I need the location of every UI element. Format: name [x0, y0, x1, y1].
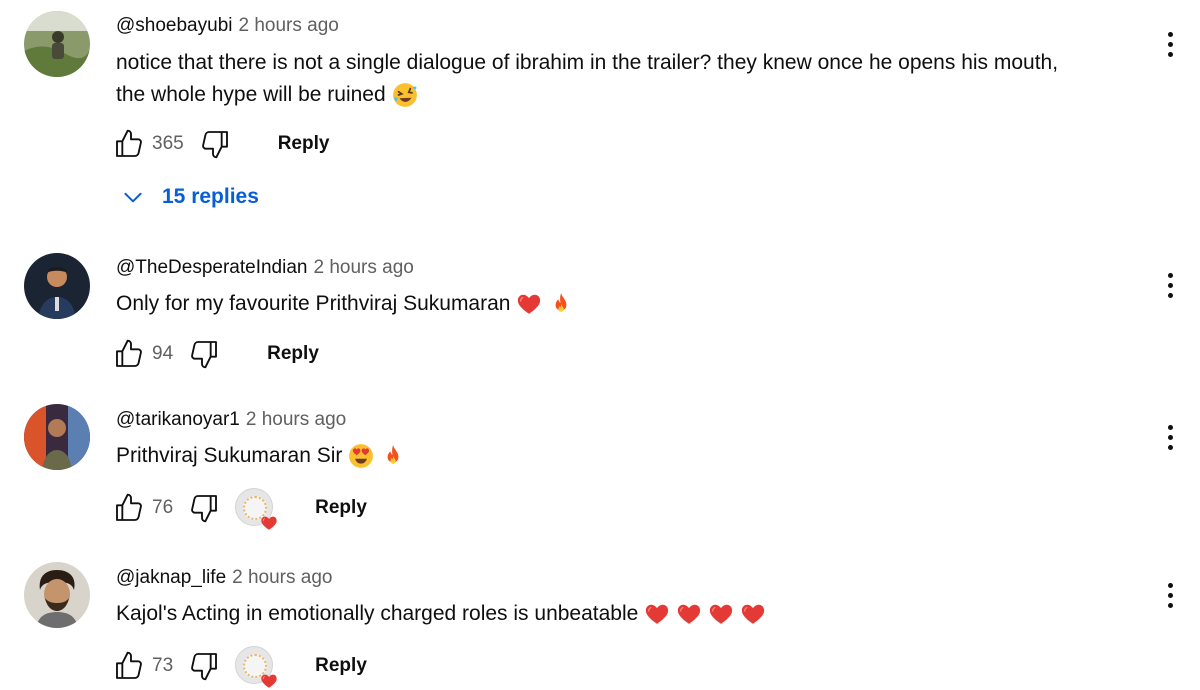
like-count: 76: [152, 497, 174, 518]
thumb-up-icon: [113, 650, 145, 682]
author-name[interactable]: @TheDesperateIndian: [116, 257, 307, 278]
thumb-down-icon: [188, 338, 220, 370]
creator-heart-badge[interactable]: [235, 646, 275, 686]
comment-time[interactable]: 2 hours ago: [313, 257, 413, 278]
comment-text: Only for my favourite Prithviraj Sukumar…: [116, 288, 1146, 320]
comment-text-line: the whole hype will be ruined: [116, 79, 1146, 111]
reply-button[interactable]: Reply: [278, 133, 330, 155]
view-replies-button[interactable]: 15 replies: [120, 184, 259, 210]
red-heart-emoji-icon: [740, 601, 766, 627]
comment-time[interactable]: 2 hours ago: [232, 567, 332, 588]
thumb-up-icon: [113, 128, 145, 160]
like-button[interactable]: [112, 127, 146, 161]
avatar[interactable]: [24, 404, 90, 470]
comment-text-segment: Kajol's Acting in emotionally charged ro…: [116, 602, 639, 625]
dislike-button[interactable]: [198, 127, 232, 161]
like-count: 365: [152, 133, 184, 154]
thumb-up-icon: [113, 492, 145, 524]
thumb-down-icon: [188, 492, 220, 524]
comment-actions: 73 Reply: [112, 646, 367, 686]
fire-emoji-icon: [380, 443, 406, 469]
like-button[interactable]: [112, 337, 146, 371]
comment-text-segment: Prithviraj Sukumaran Sir: [116, 444, 343, 467]
author-name[interactable]: @tarikanoyar1: [116, 409, 240, 430]
red-heart-emoji-icon: [676, 601, 702, 627]
comment-text: notice that there is not a single dialog…: [116, 47, 1146, 111]
author-name[interactable]: @jaknap_life: [116, 567, 226, 588]
thumb-up-icon: [113, 338, 145, 370]
reply-button[interactable]: Reply: [267, 343, 319, 365]
comment-time[interactable]: 2 hours ago: [246, 409, 346, 430]
comment-actions: 94 Reply: [112, 337, 319, 371]
red-heart-emoji-icon: [708, 601, 734, 627]
heart-icon: [259, 672, 279, 690]
fire-emoji-icon: [548, 291, 574, 317]
red-heart-emoji-icon: [516, 291, 542, 317]
like-button[interactable]: [112, 649, 146, 683]
like-count: 73: [152, 655, 174, 676]
heart-icon: [259, 514, 279, 532]
comment-actions: 365 Reply: [112, 127, 329, 161]
dislike-button[interactable]: [187, 491, 221, 525]
comment-header: @jaknap_life 2 hours ago: [116, 567, 333, 589]
reply-button[interactable]: Reply: [315, 497, 367, 519]
author-name[interactable]: @shoebayubi: [116, 15, 232, 36]
red-heart-emoji-icon: [644, 601, 670, 627]
comment-text: Prithviraj Sukumaran Sir: [116, 440, 1146, 472]
rolling-on-floor-laughing-emoji-icon: [392, 82, 418, 108]
avatar[interactable]: [24, 562, 90, 628]
comment-header: @shoebayubi 2 hours ago: [116, 15, 339, 37]
thumb-down-icon: [199, 128, 231, 160]
comment-text: Kajol's Acting in emotionally charged ro…: [116, 598, 1146, 630]
like-count: 94: [152, 343, 174, 364]
dislike-button[interactable]: [187, 337, 221, 371]
creator-heart-badge[interactable]: [235, 488, 275, 528]
more-actions-button[interactable]: [1160, 417, 1180, 457]
comment-text-segment: Only for my favourite Prithviraj Sukumar…: [116, 292, 511, 315]
heart-eyes-emoji-icon: [348, 443, 374, 469]
more-actions-button[interactable]: [1160, 575, 1180, 615]
comment-actions: 76 Reply: [112, 488, 367, 528]
replies-count-label: 15 replies: [162, 185, 259, 208]
comment-time[interactable]: 2 hours ago: [238, 15, 338, 36]
like-button[interactable]: [112, 491, 146, 525]
more-actions-button[interactable]: [1160, 24, 1180, 64]
reply-button[interactable]: Reply: [315, 655, 367, 677]
more-actions-button[interactable]: [1160, 265, 1180, 305]
avatar[interactable]: [24, 11, 90, 77]
chevron-down-icon: [120, 184, 146, 210]
thumb-down-icon: [188, 650, 220, 682]
comment-text-line: notice that there is not a single dialog…: [116, 51, 1059, 74]
comment-header: @tarikanoyar1 2 hours ago: [116, 409, 346, 431]
comment-text-segment: the whole hype will be ruined: [116, 83, 386, 106]
dislike-button[interactable]: [187, 649, 221, 683]
comment-header: @TheDesperateIndian 2 hours ago: [116, 257, 414, 279]
avatar[interactable]: [24, 253, 90, 319]
